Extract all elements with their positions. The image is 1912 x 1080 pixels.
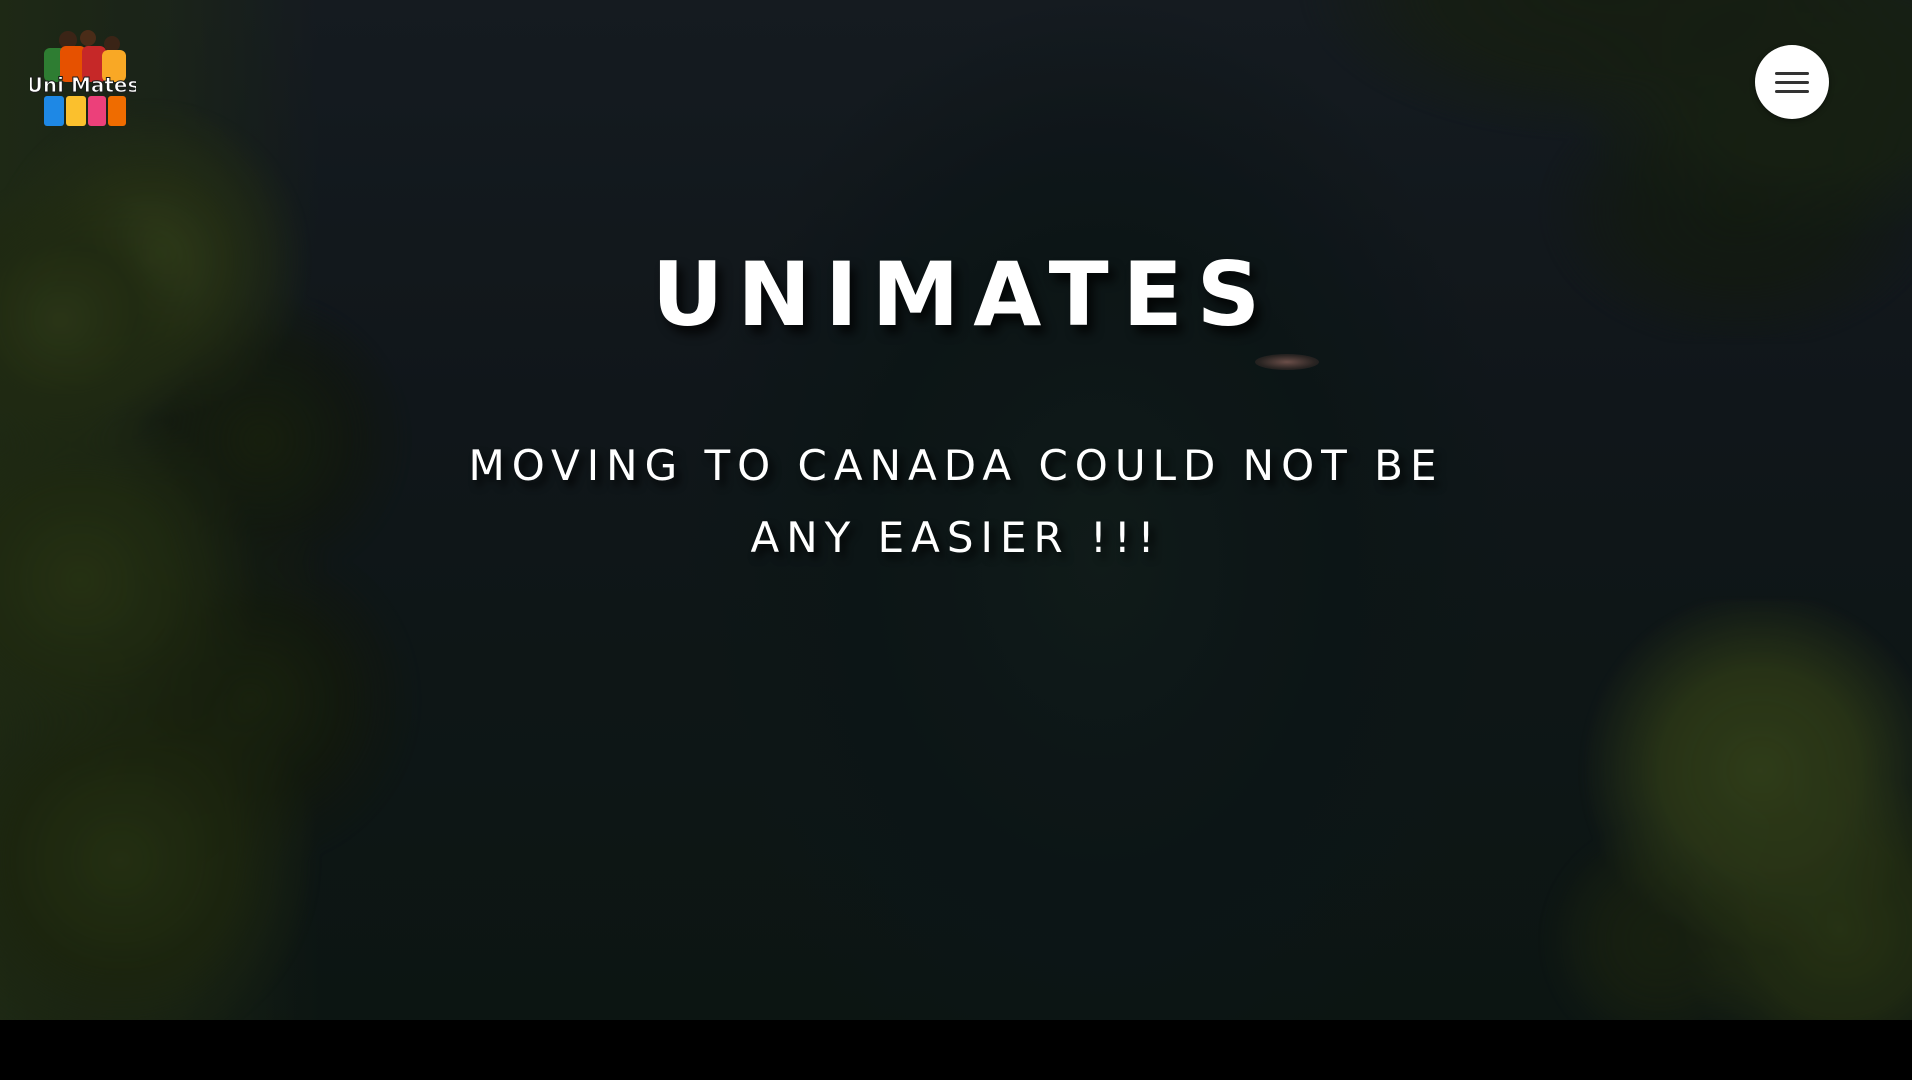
svg-text:Uni Mates: Uni Mates: [30, 73, 136, 97]
hamburger-menu-icon-middle: [1775, 81, 1809, 84]
site-title: UNIMATES: [651, 243, 1275, 346]
landing-page: Uni Mates UNIMATES MOVING TO CANADA COUL…: [0, 0, 1912, 1080]
hero-text: UNIMATES MOVING TO CANADA COULD NOT BE A…: [0, 240, 1912, 574]
hero-tagline: MOVING TO CANADA COULD NOT BE ANY EASIER…: [468, 441, 1444, 562]
hamburger-menu-icon: [1775, 72, 1809, 75]
footer-band: [0, 1020, 1912, 1080]
unimates-logo[interactable]: Uni Mates: [26, 26, 140, 132]
logo-illustration: Uni Mates: [26, 30, 140, 126]
hamburger-menu-icon-bottom: [1775, 90, 1809, 93]
menu-button[interactable]: [1755, 45, 1829, 119]
